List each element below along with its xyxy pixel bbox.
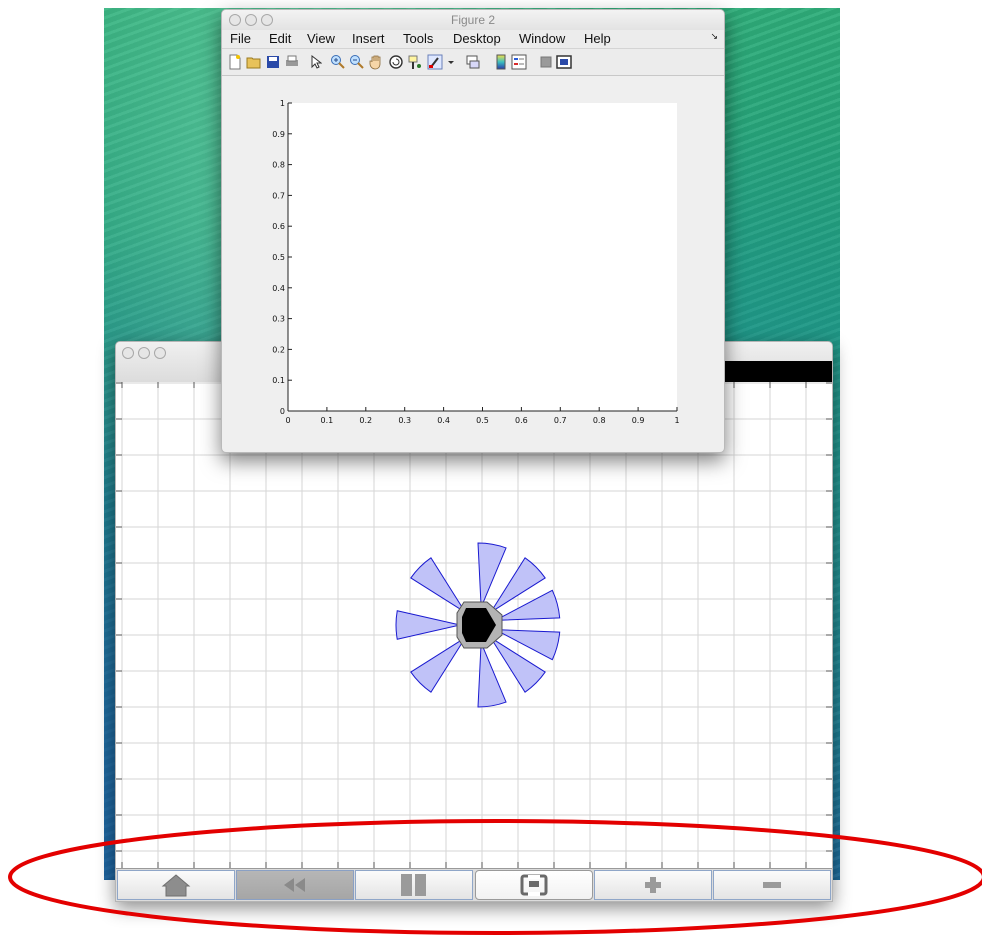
simulator-toolbar xyxy=(116,868,832,901)
ir-sensor-cone xyxy=(410,557,466,613)
menu-tools[interactable]: Tools xyxy=(403,31,433,46)
x-tick-label: 0.8 xyxy=(593,416,606,425)
x-tick-label: 0.4 xyxy=(437,416,450,425)
x-tick-label: 0 xyxy=(285,416,290,425)
x-tick-label: 0.2 xyxy=(359,416,372,425)
menu-file[interactable]: File xyxy=(230,31,251,46)
zoom-out-icon[interactable] xyxy=(349,54,365,70)
figure-title: Figure 2 xyxy=(450,13,496,27)
data-cursor-icon[interactable] xyxy=(407,54,423,70)
close-button[interactable] xyxy=(122,347,134,359)
y-tick-label: 0.2 xyxy=(272,345,285,354)
menu-insert[interactable]: Insert xyxy=(352,31,385,46)
x-tick-label: 0.1 xyxy=(321,416,334,425)
x-tick-label: 0.3 xyxy=(398,416,411,425)
minus-icon xyxy=(763,882,781,888)
plot-axes[interactable]: 0 0.1 0.2 0.3 0.4 0.5 0.6 0.7 0.8 0.9 1 0 0.1 0.2 0.3 0… xyxy=(222,75,724,451)
hide-plot-tools-icon[interactable] xyxy=(538,54,554,70)
y-tick-label: 0.5 xyxy=(272,253,285,262)
zoom-in-button[interactable] xyxy=(594,870,712,900)
brush-icon[interactable] xyxy=(427,54,445,70)
show-plot-tools-icon[interactable] xyxy=(556,54,572,70)
y-tick-label: 0.1 xyxy=(272,376,285,385)
pan-hand-icon[interactable] xyxy=(368,54,384,70)
rewind-button[interactable] xyxy=(236,870,354,900)
open-file-icon[interactable] xyxy=(246,54,262,70)
menu-overflow-icon[interactable]: ↘ xyxy=(710,31,718,42)
save-icon[interactable] xyxy=(265,54,281,70)
zoom-in-icon[interactable] xyxy=(330,54,346,70)
pause-button[interactable] xyxy=(355,870,473,900)
world-grid xyxy=(116,382,832,868)
zoom-button[interactable] xyxy=(154,347,166,359)
select-arrow-icon[interactable] xyxy=(308,54,324,70)
y-tick-label: 1 xyxy=(280,99,285,108)
plus-icon xyxy=(645,877,661,893)
legend-icon[interactable] xyxy=(511,54,527,70)
menu-edit[interactable]: Edit xyxy=(269,31,291,46)
follow-icon xyxy=(520,874,548,896)
print-icon[interactable] xyxy=(284,54,300,70)
x-tick-label: 1 xyxy=(674,416,679,425)
y-tick-label: 0.3 xyxy=(272,315,285,324)
new-figure-icon[interactable] xyxy=(227,54,243,70)
figure-menubar: File Edit View Insert Tools Desktop Wind… xyxy=(222,30,724,48)
colorbar-icon[interactable] xyxy=(493,54,509,70)
x-tick-label: 0.6 xyxy=(515,416,528,425)
robot xyxy=(395,542,561,708)
brush-dropdown-icon[interactable] xyxy=(447,54,455,70)
link-plot-icon[interactable] xyxy=(465,54,481,70)
figure-titlebar[interactable]: Figure 2 xyxy=(222,10,724,31)
y-tick-label: 0 xyxy=(280,407,285,416)
ir-sensor-cone xyxy=(410,637,466,693)
y-tick-label: 0.4 xyxy=(272,284,285,293)
axes-area xyxy=(288,103,677,411)
rotate-3d-icon[interactable] xyxy=(388,54,404,70)
y-tick-label: 0.6 xyxy=(272,222,285,231)
y-tick-label: 0.8 xyxy=(272,161,285,170)
figure-toolbar xyxy=(222,48,724,76)
zoom-out-button[interactable] xyxy=(713,870,831,900)
pause-icon xyxy=(401,874,426,896)
rewind-icon xyxy=(284,878,305,892)
menu-help[interactable]: Help xyxy=(584,31,611,46)
y-tick-label: 0.7 xyxy=(272,191,285,200)
follow-robot-button[interactable] xyxy=(475,870,593,900)
x-tick-label: 0.9 xyxy=(632,416,645,425)
x-tick-label: 0.7 xyxy=(554,416,567,425)
minimize-button[interactable] xyxy=(138,347,150,359)
menu-view[interactable]: View xyxy=(307,31,335,46)
y-tick-label: 0.9 xyxy=(272,130,285,139)
figure-window: Figure 2 File Edit View Insert Tools Des… xyxy=(221,9,725,453)
home-icon xyxy=(161,874,191,897)
menu-desktop[interactable]: Desktop xyxy=(453,31,501,46)
menu-window[interactable]: Window xyxy=(519,31,565,46)
home-button[interactable] xyxy=(117,870,235,900)
x-tick-label: 0.5 xyxy=(476,416,489,425)
simulator-canvas[interactable] xyxy=(116,382,832,868)
simulator-header-bar xyxy=(720,361,832,382)
